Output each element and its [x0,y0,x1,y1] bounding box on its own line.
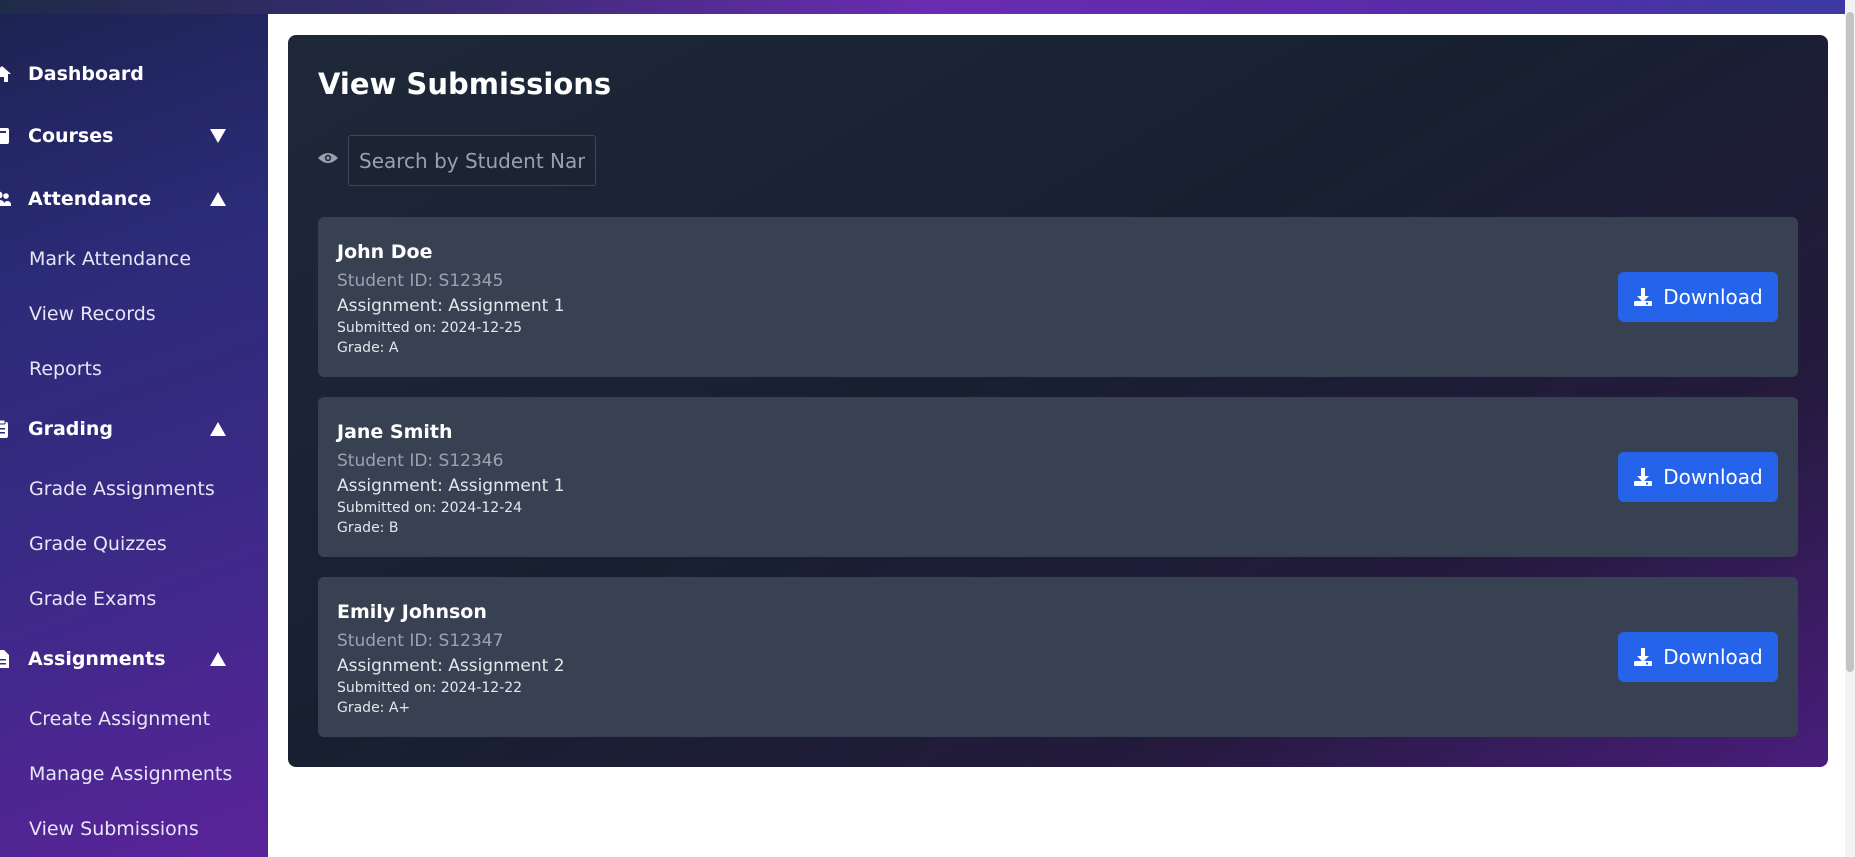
sidebar-subitem-manage-assignments[interactable]: Manage Assignments [29,763,232,785]
download-label: Download [1663,645,1763,669]
sidebar-subitem-grade-exams[interactable]: Grade Exams [29,588,156,610]
users-icon [0,189,12,209]
submission-card: Emily Johnson Student ID: S12347 Assignm… [318,577,1798,737]
submission-card: John Doe Student ID: S12345 Assignment: … [318,217,1798,377]
chevron-up-icon [210,192,226,206]
submitted-date: Submitted on: 2024-12-25 [337,320,523,336]
home-icon [0,64,12,84]
assignment-name: Assignment: Assignment 2 [337,656,565,676]
book-icon [0,126,12,146]
sidebar-subitem-view-submissions[interactable]: View Submissions [29,818,199,840]
submitted-date: Submitted on: 2024-12-22 [337,680,523,696]
download-button[interactable]: Download [1618,272,1778,322]
download-icon [1633,287,1653,307]
chevron-up-icon [210,422,226,436]
search-input[interactable] [348,135,596,186]
sidebar-subitem-reports[interactable]: Reports [29,358,102,380]
download-icon [1633,647,1653,667]
submitted-date: Submitted on: 2024-12-24 [337,500,523,516]
sidebar-subitem-grade-quizzes[interactable]: Grade Quizzes [29,533,167,555]
sidebar-item-assignments[interactable]: Assignments [0,639,268,679]
grade: Grade: A [337,340,399,356]
sidebar-item-label: Grading [28,418,114,440]
student-id: Student ID: S12346 [337,451,504,471]
submissions-panel: View Submissions John Doe Student ID: S1… [288,35,1828,767]
sidebar-subitem-view-records[interactable]: View Records [29,303,156,325]
grade: Grade: B [337,520,399,536]
chevron-up-icon [210,652,226,666]
download-icon [1633,467,1653,487]
sidebar-item-attendance[interactable]: Attendance [0,179,268,219]
student-name: Emily Johnson [337,601,487,623]
download-label: Download [1663,465,1763,489]
download-label: Download [1663,285,1763,309]
sidebar-item-courses[interactable]: Courses [0,116,268,156]
scrollbar[interactable] [1845,0,1855,857]
scrollbar-thumb[interactable] [1846,12,1854,672]
eye-icon [317,150,339,164]
assignment-name: Assignment: Assignment 1 [337,476,565,496]
file-icon [0,649,12,669]
chevron-down-icon [210,129,226,143]
sidebar-subitem-grade-assignments[interactable]: Grade Assignments [29,478,215,500]
clipboard-icon [0,419,12,439]
download-button[interactable]: Download [1618,452,1778,502]
sidebar-item-label: Dashboard [28,63,144,85]
sidebar-item-dashboard[interactable]: Dashboard [0,54,268,94]
sidebar-item-label: Assignments [28,648,166,670]
sidebar-item-grading[interactable]: Grading [0,409,268,449]
student-id: Student ID: S12345 [337,271,504,291]
grade: Grade: A+ [337,700,411,716]
sidebar-item-label: Courses [28,125,114,147]
download-button[interactable]: Download [1618,632,1778,682]
sidebar: Dashboard Courses Attendance Mark Attend… [0,14,268,857]
submission-card: Jane Smith Student ID: S12346 Assignment… [318,397,1798,557]
page-title: View Submissions [318,67,612,101]
assignment-name: Assignment: Assignment 1 [337,296,565,316]
sidebar-subitem-mark-attendance[interactable]: Mark Attendance [29,248,191,270]
student-name: John Doe [337,241,433,263]
sidebar-subitem-create-assignment[interactable]: Create Assignment [29,708,210,730]
sidebar-item-label: Attendance [28,188,152,210]
top-bar [0,0,1855,14]
student-id: Student ID: S12347 [337,631,504,651]
student-name: Jane Smith [337,421,453,443]
